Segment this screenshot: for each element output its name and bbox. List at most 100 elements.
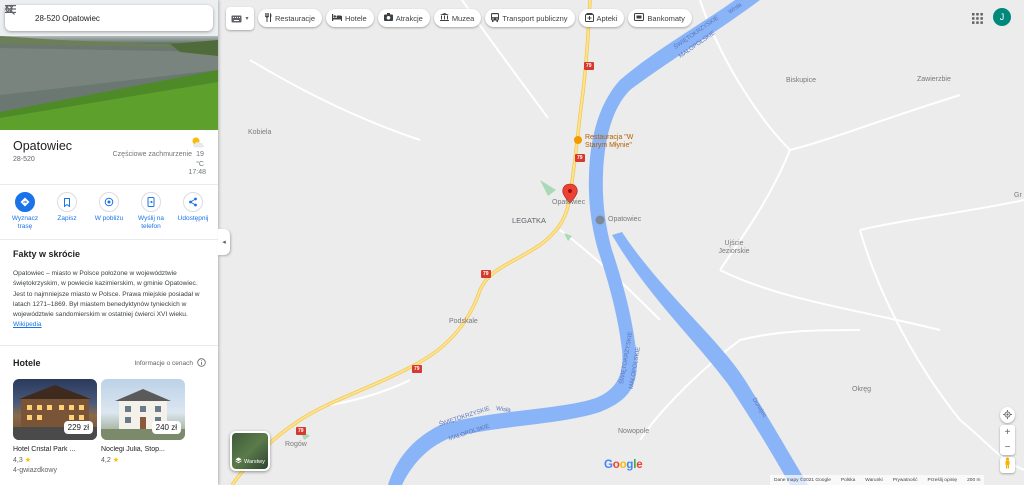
map-label-rogow[interactable]: Rogów bbox=[285, 441, 307, 448]
map-type-toggle[interactable]: ▾ bbox=[226, 7, 254, 30]
divider bbox=[0, 239, 218, 240]
bookmark-icon bbox=[57, 192, 77, 212]
divider bbox=[0, 184, 218, 185]
map-label-opatowiec-town[interactable]: Opatowiec bbox=[608, 216, 641, 223]
action-buttons: Wyznacz trasę Zapisz W pobliżu Wyślij na… bbox=[0, 192, 218, 231]
send-to-phone-button[interactable]: Wyślij na telefon bbox=[131, 192, 171, 231]
send-to-phone-icon bbox=[141, 192, 161, 212]
action-label: W pobliżu bbox=[94, 215, 124, 222]
map-label-gr[interactable]: Gr bbox=[1014, 192, 1022, 199]
zoom-out-button[interactable]: − bbox=[1000, 440, 1015, 455]
price-info-label: Informacje o cenach bbox=[134, 360, 193, 367]
hotel-price: 240 zł bbox=[151, 421, 181, 434]
hotels-heading: Hotele bbox=[13, 358, 41, 368]
layers-label-wrap: Warstwy bbox=[235, 457, 265, 466]
hotel-card[interactable]: 229 zł Hotel Cristal Park ... 4,3 ★ 4-gw… bbox=[13, 379, 97, 474]
facts-heading: Fakty w skrócie bbox=[13, 249, 81, 259]
chip-label: Atrakcje bbox=[395, 13, 423, 23]
place-photo[interactable]: 28-520 Opatowiec bbox=[0, 0, 218, 130]
map-label-ujscie[interactable]: Ujście Jeziorskie bbox=[718, 240, 750, 256]
chip-pharmacies[interactable]: Apteki bbox=[578, 9, 625, 27]
hotel-price: 229 zł bbox=[63, 421, 93, 434]
category-chips: Restauracje Hotele Atrakcje Muzea Transp… bbox=[258, 9, 692, 27]
rating-value: 4,2 bbox=[101, 457, 111, 464]
road-shield: 79 bbox=[481, 270, 491, 278]
terms-link[interactable]: Warunki bbox=[865, 478, 882, 483]
close-icon[interactable] bbox=[5, 5, 213, 31]
map-label-zawierzbie[interactable]: Zawierzbie bbox=[917, 76, 951, 83]
chip-hotels[interactable]: Hotele bbox=[326, 9, 374, 27]
layers-label: Warstwy bbox=[244, 458, 265, 465]
camera-icon bbox=[383, 13, 393, 23]
map-label-podskale[interactable]: Podskale bbox=[449, 318, 478, 325]
road-shield: 79 bbox=[575, 154, 585, 162]
save-button[interactable]: Zapisz bbox=[47, 192, 87, 231]
chip-label: Transport publiczny bbox=[502, 13, 568, 23]
google-logo: Google bbox=[604, 459, 643, 471]
hotel-photo: 229 zł bbox=[13, 379, 97, 440]
map-label-okreg[interactable]: Okręg bbox=[852, 386, 871, 393]
country-link[interactable]: Polska bbox=[841, 478, 855, 483]
search-icon[interactable] bbox=[5, 5, 191, 31]
minus-icon: − bbox=[1004, 442, 1011, 453]
fork-knife-icon bbox=[264, 12, 272, 24]
pharmacy-icon bbox=[584, 12, 594, 24]
chip-restaurants[interactable]: Restauracje bbox=[258, 9, 323, 27]
search-input[interactable]: 28-520 Opatowiec bbox=[35, 14, 169, 23]
map-label-restaurant[interactable]: Restauracja "W Starym Młynie" bbox=[585, 134, 645, 150]
star-icon: ★ bbox=[24, 457, 31, 464]
map-data-attribution: Dane mapy ©2021 Google bbox=[774, 477, 831, 483]
hotel-class: 4-gwiazdkowy bbox=[13, 467, 57, 474]
layers-icon bbox=[235, 457, 242, 466]
layers-button[interactable]: Warstwy bbox=[230, 431, 270, 471]
map-label-legatka[interactable]: LEGATKA bbox=[512, 216, 546, 225]
wikipedia-link[interactable]: Wikipedia bbox=[13, 321, 42, 328]
zoom-controls: + − bbox=[1000, 425, 1015, 455]
map-label-kobiela[interactable]: Kobiela bbox=[248, 129, 271, 136]
museum-icon bbox=[439, 13, 449, 23]
feedback-link[interactable]: Prześlij opinię bbox=[928, 478, 958, 483]
share-button[interactable]: Udostępnij bbox=[173, 192, 213, 231]
chip-label: Restauracje bbox=[275, 13, 316, 23]
street-view-pegman[interactable] bbox=[1000, 457, 1015, 473]
map-label-nowopole[interactable]: Nowopole bbox=[618, 428, 649, 435]
search-box[interactable]: 28-520 Opatowiec bbox=[5, 5, 213, 31]
scale-bar[interactable]: 200 m bbox=[967, 478, 980, 483]
road-shield: 79 bbox=[296, 427, 306, 435]
nearby-button[interactable]: W pobliżu bbox=[89, 192, 129, 231]
map-label-biskupice[interactable]: Biskupice bbox=[786, 77, 816, 84]
star-icon: ★ bbox=[112, 457, 119, 464]
plus-icon: + bbox=[1004, 427, 1011, 438]
chip-museums[interactable]: Muzea bbox=[433, 9, 482, 27]
collapse-panel-button[interactable]: ◂ bbox=[218, 229, 230, 255]
atm-icon bbox=[634, 13, 645, 23]
weather-condition: Częściowe zachmurzenie bbox=[112, 151, 192, 158]
privacy-link[interactable]: Prywatność bbox=[893, 478, 918, 483]
chip-label: Hotele bbox=[345, 13, 367, 23]
account-avatar[interactable]: J bbox=[993, 8, 1011, 26]
action-label: Wyznacz trasę bbox=[11, 215, 39, 230]
place-title: Opatowiec bbox=[13, 139, 73, 153]
zoom-in-button[interactable]: + bbox=[1000, 425, 1015, 440]
hotel-card[interactable]: 240 zł Noclegi Julia, Stop... 4,2 ★ bbox=[101, 379, 185, 464]
action-label: Wyślij na telefon bbox=[138, 215, 164, 230]
chevron-left-icon: ◂ bbox=[222, 239, 226, 246]
my-location-icon bbox=[1003, 406, 1012, 424]
directions-button[interactable]: Wyznacz trasę bbox=[5, 192, 45, 231]
bus-icon bbox=[491, 12, 500, 24]
price-info[interactable]: Informacje o cenach bbox=[134, 358, 206, 369]
weather-temperature: 19 °C bbox=[196, 151, 204, 168]
action-label: Zapisz bbox=[57, 215, 77, 222]
chip-atms[interactable]: Bankomaty bbox=[628, 9, 692, 27]
chip-label: Muzea bbox=[451, 13, 475, 23]
keyboard-icon bbox=[231, 10, 242, 28]
nearby-icon bbox=[99, 192, 119, 212]
map-label-opatowiec-pin[interactable]: Opatowiec bbox=[552, 199, 585, 206]
pegman-icon bbox=[1004, 456, 1011, 474]
apps-grid-icon[interactable] bbox=[972, 11, 983, 29]
chip-public-transport[interactable]: Transport publiczny bbox=[485, 9, 575, 27]
directions-icon bbox=[15, 192, 35, 212]
action-label: Udostępnij bbox=[177, 215, 209, 222]
my-location-button[interactable] bbox=[1000, 407, 1015, 423]
chip-attractions[interactable]: Atrakcje bbox=[377, 9, 430, 27]
